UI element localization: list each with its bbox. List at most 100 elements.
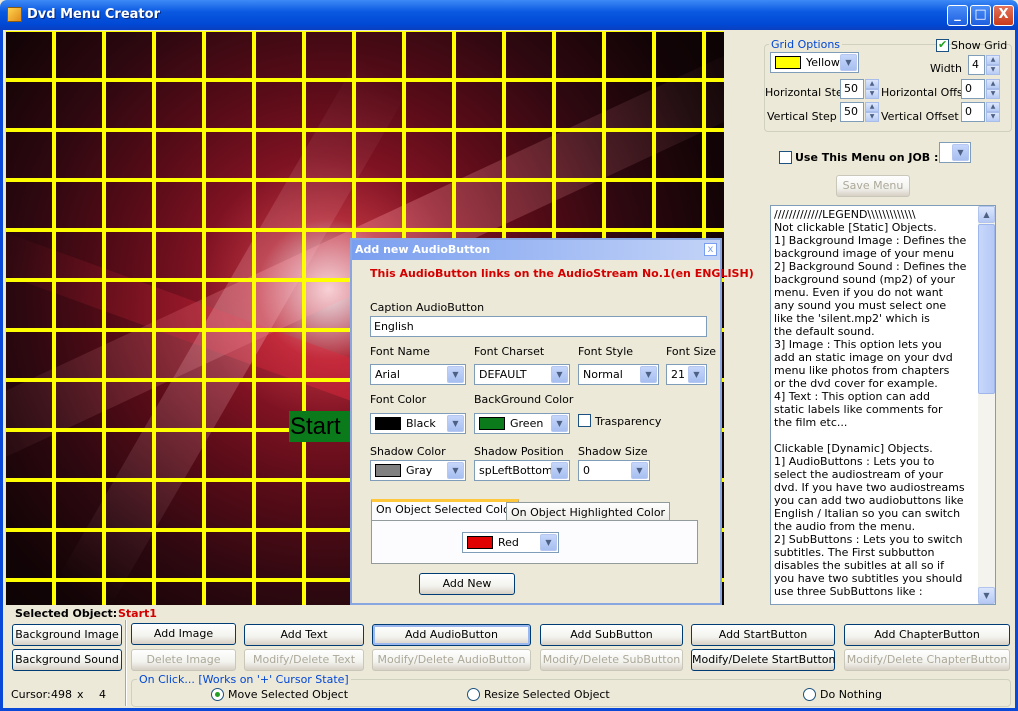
- divider: [125, 620, 127, 706]
- bg-color-value: Green: [510, 417, 544, 430]
- selected-object-label: Selected Object:: [15, 607, 118, 620]
- legend-line: menu. Even if you do not want: [774, 286, 943, 299]
- font-style-select[interactable]: Normal ▼: [578, 364, 659, 385]
- legend-line: static labels like comments for: [774, 403, 943, 416]
- legend-line: Not clickable [Static] Objects.: [774, 221, 937, 234]
- spin-up-icon[interactable]: ▲: [986, 55, 1000, 65]
- legend-line: English / Italian so you can switch: [774, 507, 961, 520]
- selected-color-select[interactable]: Red ▼: [462, 532, 559, 553]
- font-color-select[interactable]: Black ▼: [370, 413, 466, 434]
- legend-line: disables the subitles at all so if: [774, 559, 944, 572]
- add-startbutton-button[interactable]: Add StartButton: [691, 624, 835, 646]
- scroll-thumb[interactable]: [978, 224, 995, 394]
- legend-line: subtitles. The First subbutton: [774, 546, 935, 559]
- grid-options-legend: Grid Options: [769, 38, 843, 51]
- do-nothing-radio[interactable]: [803, 688, 816, 701]
- job-select[interactable]: ▼: [939, 142, 971, 163]
- grid-width-input[interactable]: 4 ▲ ▼: [968, 55, 1000, 75]
- spin-down-icon[interactable]: ▼: [865, 112, 879, 122]
- selected-color-pane: Red ▼: [371, 520, 698, 564]
- v-step-input[interactable]: 50 ▲ ▼: [840, 102, 879, 122]
- chevron-down-icon: ▼: [447, 462, 464, 479]
- chevron-down-icon: ▼: [540, 534, 557, 551]
- show-grid-checkbox[interactable]: [936, 38, 949, 52]
- font-color-swatch: [375, 417, 401, 430]
- transparency-label: Trasparency: [595, 415, 662, 428]
- bg-color-select[interactable]: Green ▼: [474, 413, 570, 434]
- add-image-button[interactable]: Add Image: [131, 623, 236, 645]
- bg-color-label: BackGround Color: [474, 393, 574, 406]
- legend-line: 2] Background Sound : Defines the: [774, 260, 967, 273]
- legend-line: Clickable [Dynamic] Objects.: [774, 442, 933, 455]
- start-button-object[interactable]: Start: [289, 411, 351, 442]
- modify-chapterbutton-button[interactable]: Modify/Delete ChapterButton: [844, 649, 1010, 671]
- font-name-select[interactable]: Arial ▼: [370, 364, 466, 385]
- modify-audiobutton-button[interactable]: Modify/Delete AudioButton: [372, 649, 531, 671]
- add-audiobutton-button[interactable]: Add AudioButton: [372, 624, 531, 646]
- tab-selected-color[interactable]: On Object Selected Color: [371, 499, 520, 521]
- dialog-title: Add new AudioButton: [352, 240, 720, 260]
- shadow-color-label: Shadow Color: [370, 445, 446, 458]
- h-offset-input[interactable]: 0 ▲ ▼: [961, 79, 1000, 99]
- scroll-up-icon[interactable]: ▲: [978, 206, 995, 223]
- modify-text-button[interactable]: Modify/Delete Text: [244, 649, 364, 671]
- app-icon: [7, 7, 22, 22]
- dialog-close-icon[interactable]: x: [704, 243, 717, 256]
- caption-input[interactable]: English: [370, 316, 707, 337]
- add-text-button[interactable]: Add Text: [244, 624, 364, 646]
- title-bar: Dvd Menu Creator _ □ X: [0, 0, 1018, 30]
- chevron-down-icon: ▼: [640, 366, 657, 383]
- audiostream-link-text: This AudioButton links on the AudioStrea…: [370, 267, 754, 280]
- close-button[interactable]: X: [993, 5, 1014, 26]
- v-offset-value: 0: [965, 105, 972, 118]
- font-size-select[interactable]: 21 ▼: [666, 364, 707, 385]
- move-object-label: Move Selected Object: [228, 688, 349, 701]
- maximize-button[interactable]: □: [970, 5, 991, 26]
- show-grid-label: Show Grid: [951, 39, 1008, 52]
- selected-color-value: Red: [498, 536, 519, 549]
- shadow-color-select[interactable]: Gray ▼: [370, 460, 466, 481]
- use-on-job-checkbox[interactable]: [779, 151, 792, 164]
- font-name-value: Arial: [375, 368, 400, 381]
- tab-highlighted-color[interactable]: On Object Highlighted Color: [506, 502, 671, 522]
- background-image-button[interactable]: Background Image: [12, 624, 122, 646]
- v-offset-input[interactable]: 0 ▲ ▼: [961, 102, 1000, 122]
- resize-object-radio[interactable]: [467, 688, 480, 701]
- spin-down-icon[interactable]: ▼: [865, 89, 879, 99]
- font-charset-select[interactable]: DEFAULT ▼: [474, 364, 570, 385]
- grid-color-select[interactable]: Yellow ▼: [770, 52, 859, 73]
- delete-image-button[interactable]: Delete Image: [131, 649, 236, 671]
- modify-startbutton-button[interactable]: Modify/Delete StartButton: [691, 649, 836, 671]
- spin-up-icon[interactable]: ▲: [986, 79, 1000, 89]
- spin-up-icon[interactable]: ▲: [986, 102, 1000, 112]
- h-step-input[interactable]: 50 ▲ ▼: [840, 79, 879, 99]
- shadow-position-value: spLeftBottom: [479, 464, 553, 477]
- modify-subbutton-button[interactable]: Modify/Delete SubButton: [540, 649, 683, 671]
- legend-line: background image of your menu: [774, 247, 955, 260]
- cursor-y: 4: [99, 688, 106, 701]
- legend-memo[interactable]: /////////////LEGEND\\\\\\\\\\\\\ Not clic…: [770, 205, 996, 605]
- transparency-checkbox[interactable]: [578, 414, 591, 427]
- spin-up-icon[interactable]: ▲: [865, 79, 879, 89]
- spin-up-icon[interactable]: ▲: [865, 102, 879, 112]
- window-title: Dvd Menu Creator: [27, 7, 160, 22]
- spin-down-icon[interactable]: ▼: [986, 89, 1000, 99]
- save-menu-button[interactable]: Save Menu: [836, 175, 910, 197]
- legend-line: or the dvd cover for example.: [774, 377, 938, 390]
- legend-text: /////////////LEGEND\\\\\\\\\\\\\ Not clic…: [774, 208, 979, 598]
- move-object-radio[interactable]: [211, 688, 224, 701]
- shadow-position-select[interactable]: spLeftBottom ▼: [474, 460, 570, 481]
- minimize-button[interactable]: _: [947, 5, 968, 26]
- width-label: Width: [930, 62, 962, 75]
- add-new-button[interactable]: Add New: [419, 573, 515, 595]
- shadow-size-select[interactable]: 0 ▼: [578, 460, 650, 481]
- spin-down-icon[interactable]: ▼: [986, 112, 1000, 122]
- do-nothing-label: Do Nothing: [820, 688, 882, 701]
- font-charset-value: DEFAULT: [479, 368, 527, 381]
- add-chapterbutton-button[interactable]: Add ChapterButton: [844, 624, 1010, 646]
- scroll-down-icon[interactable]: ▼: [978, 587, 995, 604]
- background-sound-button[interactable]: Background Sound: [12, 649, 122, 671]
- spin-down-icon[interactable]: ▼: [986, 65, 1000, 75]
- add-subbutton-button[interactable]: Add SubButton: [540, 624, 683, 646]
- legend-scrollbar[interactable]: ▲ ▼: [978, 206, 995, 604]
